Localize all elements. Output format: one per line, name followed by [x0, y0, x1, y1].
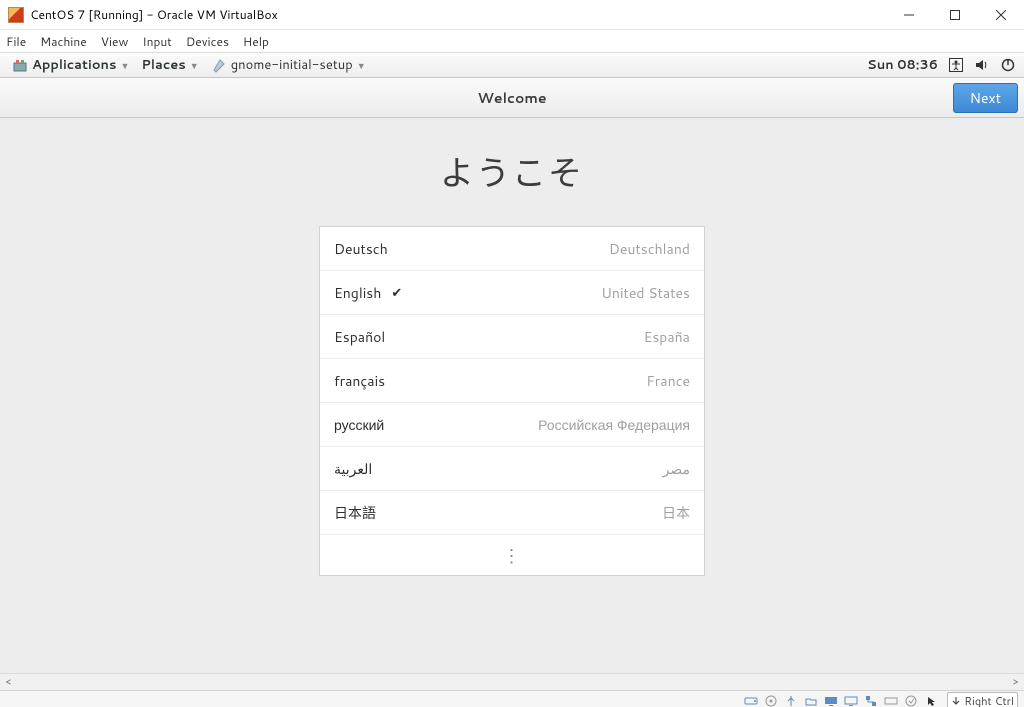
- down-arrow-icon: [951, 696, 961, 706]
- host-window-titlebar: CentOS 7 [Running] - Oracle VM VirtualBo…: [0, 0, 1024, 30]
- places-menu[interactable]: Places ▼: [137, 56, 202, 74]
- volume-icon[interactable]: [974, 57, 990, 73]
- next-button[interactable]: Next: [953, 83, 1018, 113]
- more-icon: ⋮: [503, 542, 522, 568]
- vb-menu-view[interactable]: View: [101, 33, 129, 50]
- virtualbox-statusbar: Right Ctrl: [0, 690, 1024, 707]
- vb-menu-file[interactable]: File: [6, 33, 26, 50]
- language-item-arabic[interactable]: العربية مصر: [320, 447, 704, 491]
- language-item-russian[interactable]: русский Российская Федерация: [320, 403, 704, 447]
- shared-folder-status-icon[interactable]: [803, 693, 818, 707]
- applications-menu[interactable]: Applications ▼: [8, 56, 133, 74]
- active-app-menu[interactable]: gnome-initial-setup ▼: [207, 56, 370, 74]
- clock[interactable]: Sun 08:36: [867, 56, 938, 74]
- minimize-button[interactable]: [886, 0, 932, 30]
- language-list: Deutsch Deutschland English ✔ United Sta…: [319, 226, 705, 576]
- applications-icon: [12, 57, 28, 73]
- mouse-integration-icon[interactable]: [923, 693, 938, 707]
- accessibility-icon[interactable]: [948, 57, 964, 73]
- maximize-button[interactable]: [932, 0, 978, 30]
- language-item-deutsch[interactable]: Deutsch Deutschland: [320, 227, 704, 271]
- page-title: Welcome: [477, 88, 546, 108]
- window-title: CentOS 7 [Running] - Oracle VM VirtualBo…: [30, 6, 886, 23]
- network-status-icon[interactable]: [863, 693, 878, 707]
- chevron-down-icon: ▼: [120, 59, 129, 72]
- virtualbox-icon: [8, 7, 24, 23]
- vb-menu-machine[interactable]: Machine: [40, 33, 87, 50]
- power-icon[interactable]: [1000, 57, 1016, 73]
- gnome-top-bar: Applications ▼ Places ▼ gnome-initial-se…: [0, 52, 1024, 78]
- usb-status-icon[interactable]: [783, 693, 798, 707]
- language-item-francais[interactable]: français France: [320, 359, 704, 403]
- check-icon: ✔: [391, 284, 402, 302]
- vb-menu-devices[interactable]: Devices: [186, 33, 229, 50]
- recording-status-icon[interactable]: [843, 693, 858, 707]
- initial-setup-content: ようこそ Deutsch Deutschland English ✔ Unite…: [0, 118, 1024, 673]
- host-horizontal-scrollbar[interactable]: < >: [0, 673, 1024, 690]
- vb-menu-input[interactable]: Input: [142, 33, 172, 50]
- optical-status-icon[interactable]: [763, 693, 778, 707]
- initial-setup-headerbar: Welcome Next: [0, 78, 1024, 118]
- clipboard-status-icon[interactable]: [903, 693, 918, 707]
- host-key-indicator[interactable]: Right Ctrl: [947, 692, 1018, 707]
- initial-setup-icon: [211, 57, 227, 73]
- display-status-icon[interactable]: [823, 693, 838, 707]
- scroll-left-arrow[interactable]: <: [0, 675, 17, 689]
- virtualbox-menubar: File Machine View Input Devices Help: [0, 30, 1024, 52]
- audio-status-icon[interactable]: [883, 693, 898, 707]
- harddisk-status-icon[interactable]: [743, 693, 758, 707]
- chevron-down-icon: ▼: [357, 59, 366, 72]
- language-item-english[interactable]: English ✔ United States: [320, 271, 704, 315]
- scroll-right-arrow[interactable]: >: [1007, 675, 1024, 689]
- more-languages-button[interactable]: ⋮: [320, 535, 704, 575]
- welcome-heading: ようこそ: [0, 146, 1024, 196]
- language-item-espanol[interactable]: Español España: [320, 315, 704, 359]
- vb-menu-help[interactable]: Help: [243, 33, 269, 50]
- close-button[interactable]: [978, 0, 1024, 30]
- language-item-japanese[interactable]: 日本語 日本: [320, 491, 704, 535]
- chevron-down-icon: ▼: [190, 59, 199, 72]
